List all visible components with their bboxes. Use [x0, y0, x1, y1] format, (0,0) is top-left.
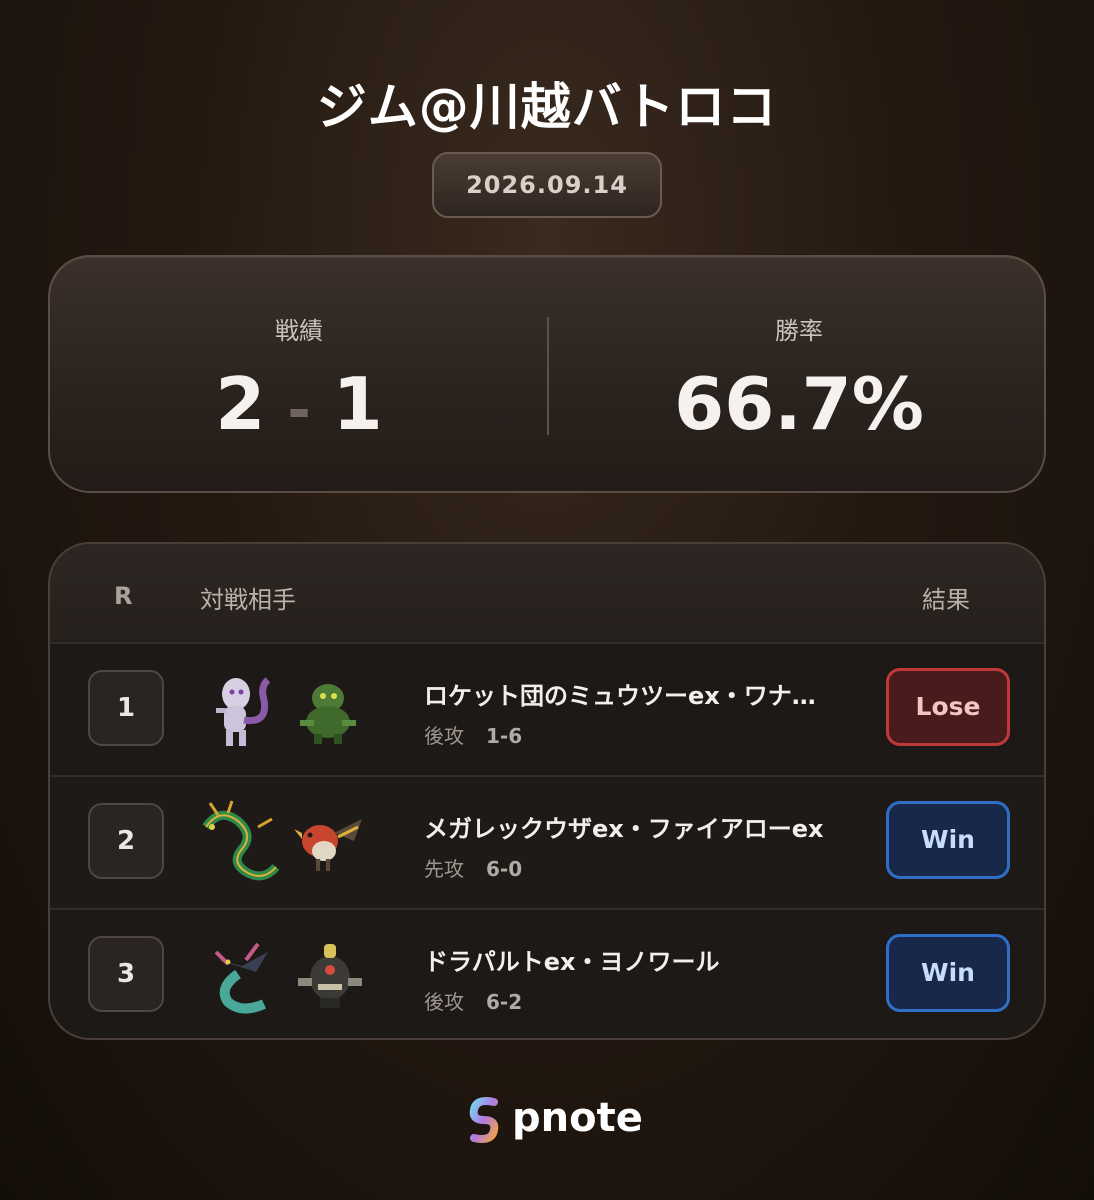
dusknoir-icon [298, 944, 362, 1008]
opponent-deck-name: ドラパルトex・ヨノワール [424, 948, 720, 976]
round-number: 1 [88, 670, 164, 746]
date-badge: 2026.09.14 [432, 152, 662, 218]
losses-count: 1 [332, 362, 383, 446]
round-number: 2 [88, 803, 164, 879]
record-label: 戦績 [275, 317, 323, 345]
table-row[interactable]: 2 メガレックウザex・ファイアローex 先攻 6-0 Win [50, 775, 1044, 907]
result-badge-lose[interactable]: Lose [886, 668, 1010, 746]
match-meta: 後攻 6-2 [424, 986, 522, 1015]
match-score: 6-2 [486, 990, 523, 1014]
round-number: 3 [88, 936, 164, 1012]
grass-pokemon-icon [300, 684, 356, 744]
dragapult-icon [212, 942, 268, 1014]
turn-order: 後攻 [424, 990, 464, 1014]
opponent-deck-name: メガレックウザex・ファイアローex [424, 815, 824, 843]
result-badge-win[interactable]: Win [886, 801, 1010, 879]
match-score: 1-6 [486, 724, 523, 748]
record-separator: - [287, 378, 311, 443]
column-header-opponent: 対戦相手 [200, 586, 296, 614]
stats-card: 戦績 2-1 勝率 66.7% [48, 255, 1046, 493]
table-row[interactable]: 3 ドラパルトex・ヨノワール 後攻 6-2 Win [50, 908, 1044, 1038]
column-header-round: R [114, 582, 133, 610]
match-meta: 先攻 6-0 [424, 853, 522, 882]
table-row[interactable]: 1 ロケット団のミュウツーex・ワナ… 後攻 1-6 Lose [50, 642, 1044, 774]
record-stat: 戦績 2-1 [50, 257, 548, 495]
record-value: 2-1 [50, 359, 548, 456]
page-title: ジム@川越バトロコ [316, 78, 778, 136]
match-score: 6-0 [486, 857, 523, 881]
brand-footer: pnote [464, 1092, 643, 1146]
talonflame-icon [294, 819, 362, 871]
result-badge-win[interactable]: Win [886, 934, 1010, 1012]
brand-name: pnote [512, 1095, 643, 1141]
turn-order: 後攻 [424, 724, 464, 748]
pnote-logo-icon [469, 1097, 499, 1143]
matches-table: R 対戦相手 結果 1 ロケット団のミュウツーex・ワナ… 後攻 1-6 Los… [48, 542, 1046, 1040]
winrate-stat: 勝率 66.7% [550, 257, 1048, 495]
stats-divider [547, 317, 549, 435]
winrate-value: 66.7% [674, 362, 924, 446]
mewtwo-icon [216, 677, 271, 746]
turn-order: 先攻 [424, 857, 464, 881]
match-meta: 後攻 1-6 [424, 720, 522, 749]
column-header-result: 結果 [922, 586, 970, 614]
opponent-deck-name: ロケット団のミュウツーex・ワナ… [424, 682, 816, 710]
table-header: R 対戦相手 結果 [50, 544, 1044, 642]
wins-count: 2 [215, 362, 266, 446]
winrate-label: 勝率 [775, 317, 823, 345]
rayquaza-icon [202, 800, 280, 881]
